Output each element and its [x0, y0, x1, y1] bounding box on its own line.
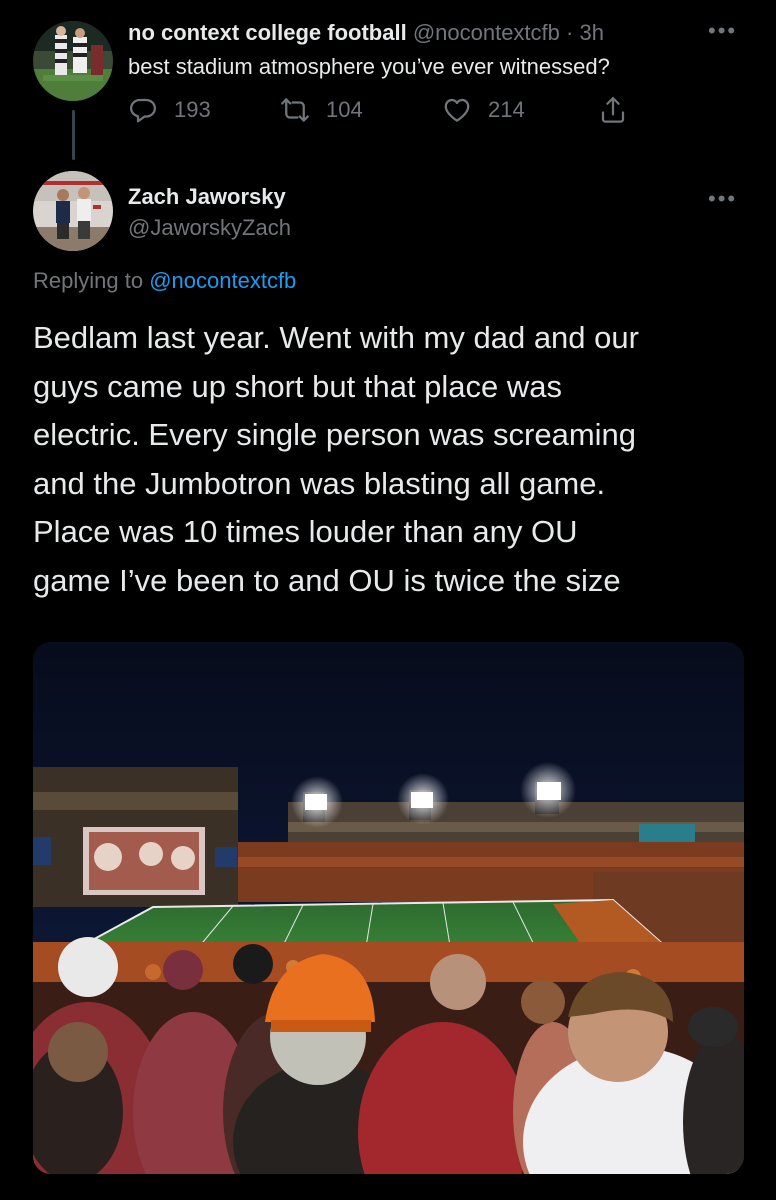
main-author-name[interactable]: Zach Jaworsky	[128, 184, 286, 210]
parent-tweet-text: best stadium atmosphere you’ve ever witn…	[128, 54, 610, 79]
main-author-avatar[interactable]	[33, 171, 113, 251]
parent-more-options-button[interactable]: •••	[708, 20, 737, 42]
tweet-photo-stadium[interactable]	[33, 642, 744, 1174]
main-tweet-text: Bedlam last year. Went with my dad and o…	[33, 320, 639, 598]
reply-button[interactable]: 193	[128, 92, 211, 128]
share-icon	[601, 97, 625, 123]
retweet-count: 104	[326, 97, 363, 122]
main-author-handle[interactable]: @JaworskyZach	[128, 215, 291, 241]
parent-author-avatar[interactable]	[33, 21, 113, 101]
replying-to-label: Replying to	[33, 268, 144, 293]
parent-tweet-actions: 193 104 214	[128, 92, 648, 128]
parent-tweet-timestamp[interactable]: 3h	[579, 20, 603, 45]
replying-to-mention-link[interactable]: @nocontextcfb	[149, 268, 296, 293]
parent-tweet[interactable]: no context college football @nocontextcf…	[0, 0, 776, 170]
parent-tweet-header: no context college football @nocontextcf…	[128, 20, 604, 46]
retweet-icon	[281, 98, 309, 122]
main-more-options-button[interactable]: •••	[708, 188, 737, 210]
parent-author-handle[interactable]: @nocontextcfb	[413, 20, 560, 45]
retweet-button[interactable]: 104	[280, 92, 363, 128]
ellipsis-icon: •••	[708, 18, 738, 43]
header-separator: ·	[566, 20, 574, 45]
parent-author-name[interactable]: no context college football	[128, 20, 407, 45]
like-button[interactable]: 214	[442, 92, 525, 128]
ellipsis-icon: •••	[708, 186, 738, 211]
thread-connector-line	[72, 110, 75, 160]
replying-to-line: Replying to @nocontextcfb	[33, 268, 296, 294]
share-button[interactable]	[598, 92, 644, 128]
reply-count: 193	[174, 97, 211, 122]
reply-icon	[130, 98, 156, 123]
heart-icon	[444, 98, 470, 122]
like-count: 214	[488, 97, 525, 122]
